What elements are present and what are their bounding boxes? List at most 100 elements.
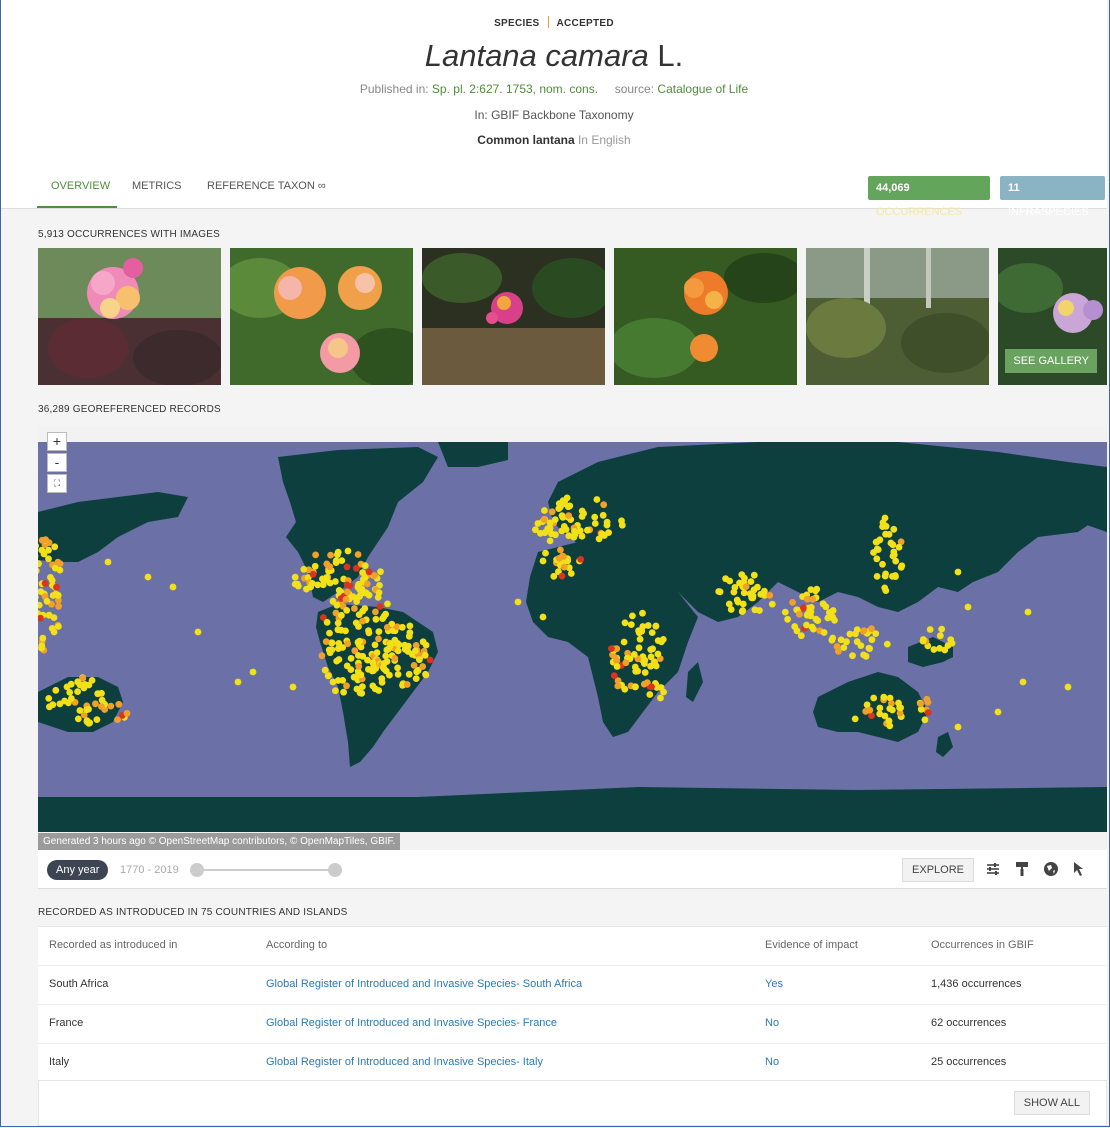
occurrence-hexbin <box>648 683 655 691</box>
occurrence-hexbin <box>766 592 774 599</box>
occurrence-hexbin <box>318 652 326 660</box>
occurrence-hexbin <box>853 626 861 633</box>
occurrence-hexbin <box>327 551 334 559</box>
show-all-button[interactable]: SHOW ALL <box>1013 1091 1090 1115</box>
common-name: Common lantana <box>477 133 575 147</box>
occurrence-image[interactable]: SEE GALLERY <box>998 248 1107 385</box>
occurrence-hexbin <box>542 549 549 557</box>
occurrence-hexbin <box>326 563 334 571</box>
occurrence-hexbin <box>355 623 362 630</box>
world-map[interactable] <box>38 442 1107 832</box>
occurrence-image[interactable] <box>614 248 797 385</box>
image-strip: SEE GALLERY <box>38 248 1107 385</box>
occurrence-image[interactable] <box>422 248 605 385</box>
taxon-status: SPECIES ACCEPTED <box>1 16 1107 29</box>
occurrence-hexbin <box>38 644 45 652</box>
occurrence-hexbin <box>416 656 423 664</box>
occurrence-hexbin <box>559 497 567 504</box>
year-slider-end-handle[interactable] <box>328 863 342 877</box>
year-range-label: 1770 - 2019 <box>120 864 179 876</box>
col-header-source: According to <box>266 939 328 951</box>
occurrence-image[interactable] <box>38 248 221 385</box>
occurrence-hexbin <box>881 584 889 592</box>
occurrence-hexbin <box>319 581 327 589</box>
occurrence-hexbin <box>56 700 64 708</box>
impact-link[interactable]: No <box>765 1017 779 1029</box>
occurrence-hexbin <box>394 647 402 655</box>
tab-overview[interactable]: OVERVIEW <box>51 180 110 192</box>
occurrence-hexbin <box>359 652 367 660</box>
occurrences-cell: 62 occurrences <box>931 1017 1007 1029</box>
occurrence-hexbin <box>421 651 429 659</box>
occurrence-hexbin <box>45 695 53 702</box>
occurrence-hexbin <box>365 629 373 637</box>
occurrence-hexbin <box>613 663 621 670</box>
occurrence-map[interactable]: + - ⛶ Generated 3 hours ago © OpenStreet… <box>38 425 1107 850</box>
occurrence-hexbin <box>74 688 81 695</box>
occurrence-hexbin <box>727 606 735 613</box>
fullscreen-icon[interactable]: ⛶ <box>47 474 67 493</box>
paint-roller-icon[interactable] <box>1013 860 1031 878</box>
year-slider-start-handle[interactable] <box>190 863 204 877</box>
occurrence-hexbin <box>376 603 384 610</box>
occurrence-hexbin <box>338 611 345 619</box>
occurrence-hexbin <box>410 662 418 669</box>
occurrence-hexbin <box>405 670 413 678</box>
occurrence-hexbin <box>873 573 881 580</box>
source-label: source: <box>614 82 655 96</box>
occurrence-hexbin <box>291 573 299 581</box>
occurrence-hexbin <box>866 706 874 714</box>
col-header-country: Recorded as introduced in <box>49 939 178 951</box>
zoom-in-button[interactable]: + <box>47 432 67 451</box>
source-link[interactable]: Global Register of Introduced and Invasi… <box>266 978 582 990</box>
occurrence-hexbin <box>919 636 927 643</box>
occurrence-hexbin <box>514 598 522 606</box>
occurrence-hexbin <box>873 545 881 553</box>
occurrence-hexbin <box>356 689 364 697</box>
occurrence-hexbin <box>631 663 639 671</box>
globe-icon[interactable] <box>1042 860 1060 878</box>
tab-metrics[interactable]: METRICS <box>132 180 182 192</box>
see-gallery-button[interactable]: SEE GALLERY <box>1005 349 1097 373</box>
zoom-out-button[interactable]: - <box>47 453 67 472</box>
occurrence-hexbin <box>541 507 548 514</box>
year-slider-track[interactable] <box>196 869 336 871</box>
occurrence-hexbin <box>879 523 886 530</box>
occurrence-hexbin <box>312 551 319 559</box>
occurrence-hexbin <box>555 505 563 512</box>
occurrence-image[interactable] <box>230 248 413 385</box>
occurrence-hexbin <box>800 604 807 612</box>
occurrence-hexbin <box>374 594 382 601</box>
infraspecies-badge[interactable]: 11 INFRASPECIES <box>1000 176 1105 218</box>
occurrence-hexbin <box>369 682 377 690</box>
source-link[interactable]: Global Register of Introduced and Invasi… <box>266 1056 543 1068</box>
occurrence-hexbin <box>761 587 768 595</box>
source-link[interactable]: Global Register of Introduced and Invasi… <box>266 1017 557 1029</box>
dataset-line: In: GBIF Backbone Taxonomy <box>474 108 634 122</box>
explore-button[interactable]: EXPLORE <box>902 858 974 882</box>
impact-link[interactable]: Yes <box>765 978 783 990</box>
filters-icon[interactable] <box>984 860 1002 878</box>
occurrence-hexbin <box>373 649 381 656</box>
impact-link[interactable]: No <box>765 1056 779 1068</box>
occurrence-hexbin <box>88 677 96 684</box>
occurrence-hexbin <box>372 615 380 623</box>
occurrence-hexbin <box>600 532 608 539</box>
published-link[interactable]: Sp. pl. 2:627. 1753, nom. cons. <box>432 82 598 96</box>
occurrence-hexbin <box>74 678 82 686</box>
occurrence-hexbin <box>540 515 548 523</box>
occurrence-hexbin <box>332 687 339 695</box>
occurrence-hexbin <box>539 557 547 565</box>
any-year-toggle[interactable]: Any year <box>47 860 109 880</box>
occurrence-hexbin <box>363 580 371 588</box>
occurrence-hexbin <box>808 623 816 631</box>
occurrence-image[interactable] <box>806 248 989 385</box>
occurrences-badge[interactable]: 44,069 OCCURRENCES <box>868 176 990 218</box>
occurrence-hexbin <box>994 708 1002 716</box>
source-link[interactable]: Catalogue of Life <box>657 82 748 96</box>
country-cell: South Africa <box>49 978 109 990</box>
occurrence-hexbin <box>309 570 317 578</box>
pointer-icon[interactable] <box>1071 860 1089 878</box>
tab-reference-taxon[interactable]: REFERENCE TAXON ∞ <box>207 180 326 192</box>
occurrence-hexbin <box>627 621 635 628</box>
